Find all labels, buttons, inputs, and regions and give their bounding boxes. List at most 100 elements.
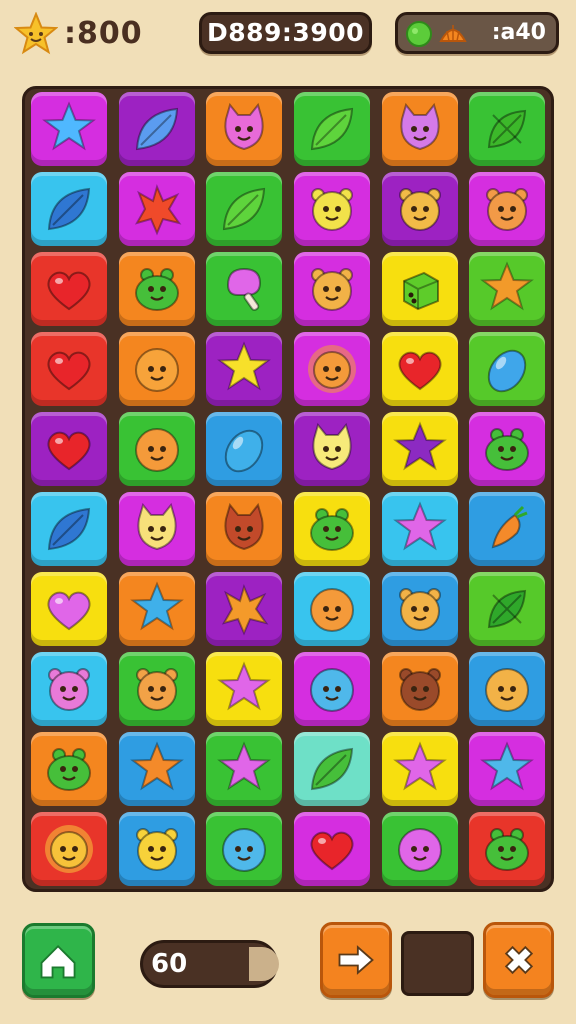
board-tile[interactable] [119,812,195,886]
bear-icon [311,268,353,311]
board-tile[interactable] [294,732,370,806]
bear-icon [399,188,441,231]
board-tile[interactable] [294,92,370,166]
board-tile[interactable] [469,252,545,326]
board-tile[interactable] [119,732,195,806]
face-icon [310,588,354,632]
board-tile[interactable] [382,252,458,326]
board-tile[interactable] [206,572,282,646]
frog-icon [485,828,529,871]
leaf-icon [47,187,91,231]
top-hud: :800 D889:3900 :a40 [0,10,576,58]
board-tile[interactable] [382,572,458,646]
home-icon [40,944,76,979]
board-tile[interactable] [206,812,282,886]
board-tile[interactable] [31,172,107,246]
empty-slot [401,931,474,996]
star-icon [42,101,96,151]
board-tile[interactable] [382,652,458,726]
board-tile[interactable] [294,492,370,566]
board-tile[interactable] [119,172,195,246]
leaf-icon [222,187,266,231]
board-tile[interactable] [119,572,195,646]
board-tile[interactable] [206,412,282,486]
frog-icon [310,508,354,551]
board-tile[interactable] [31,92,107,166]
heart-icon [47,351,91,391]
board-tile[interactable] [206,652,282,726]
board-tile[interactable] [119,492,195,566]
board-tile[interactable] [31,732,107,806]
board-tile[interactable] [119,252,195,326]
cat-icon [312,422,352,471]
board-tile[interactable] [294,412,370,486]
heart-icon [310,831,354,871]
home-button[interactable] [22,923,95,998]
board-tile[interactable] [294,172,370,246]
board-tile[interactable] [294,652,370,726]
sun-icon [308,345,356,393]
bear-icon [399,668,441,711]
star-icon [130,581,184,631]
board-tile[interactable] [31,252,107,326]
board-tile[interactable] [206,172,282,246]
xleaf-icon [487,589,527,629]
board-tile[interactable] [382,412,458,486]
bear-icon [311,188,353,231]
board-tile[interactable] [382,812,458,886]
board-tile[interactable] [206,252,282,326]
xleaf-icon [487,109,527,149]
board-tile[interactable] [119,92,195,166]
gem-icon [487,349,527,393]
leaf-icon [310,107,354,151]
frog-icon [135,268,179,311]
bear-icon [48,668,90,711]
board-tile[interactable] [469,172,545,246]
bear-icon [399,588,441,631]
bear-icon [486,188,528,231]
board-tile[interactable] [294,572,370,646]
board-tile[interactable] [119,412,195,486]
close-button[interactable] [483,922,554,998]
board-tile[interactable] [294,812,370,886]
board-tile[interactable] [469,412,545,486]
face-icon [485,668,529,712]
star-icon [130,741,184,791]
board-tile[interactable] [31,492,107,566]
goal-counter: :a40 [491,20,546,45]
board-tile[interactable] [382,492,458,566]
board-tile[interactable] [31,652,107,726]
board-tile[interactable] [206,332,282,406]
board-tile[interactable] [119,652,195,726]
goal-panel: :a40 [395,12,559,54]
star-icon [217,341,271,391]
board-tile[interactable] [469,332,545,406]
board-tile[interactable] [469,92,545,166]
board-tile[interactable] [382,92,458,166]
board-tile[interactable] [31,332,107,406]
board-tile[interactable] [31,812,107,886]
xstar-icon [221,584,269,636]
board-tile[interactable] [469,572,545,646]
board-tile[interactable] [382,172,458,246]
next-button[interactable] [320,922,392,998]
board-tile[interactable] [382,732,458,806]
board-tile[interactable] [294,332,370,406]
heart-icon [398,351,442,391]
board-tile[interactable] [206,92,282,166]
board-tile[interactable] [119,332,195,406]
board-tile[interactable] [31,412,107,486]
heart-icon [47,271,91,311]
board-tile[interactable] [469,492,545,566]
board-tile[interactable] [294,252,370,326]
board-tile[interactable] [469,812,545,886]
frog-icon [485,428,529,471]
board-tile[interactable] [206,492,282,566]
board-tile[interactable] [469,652,545,726]
board-tile[interactable] [31,572,107,646]
star-icon [13,11,59,56]
board-tile[interactable] [206,732,282,806]
board-tile[interactable] [382,332,458,406]
board-tile[interactable] [469,732,545,806]
orange-shell-icon [439,25,467,42]
